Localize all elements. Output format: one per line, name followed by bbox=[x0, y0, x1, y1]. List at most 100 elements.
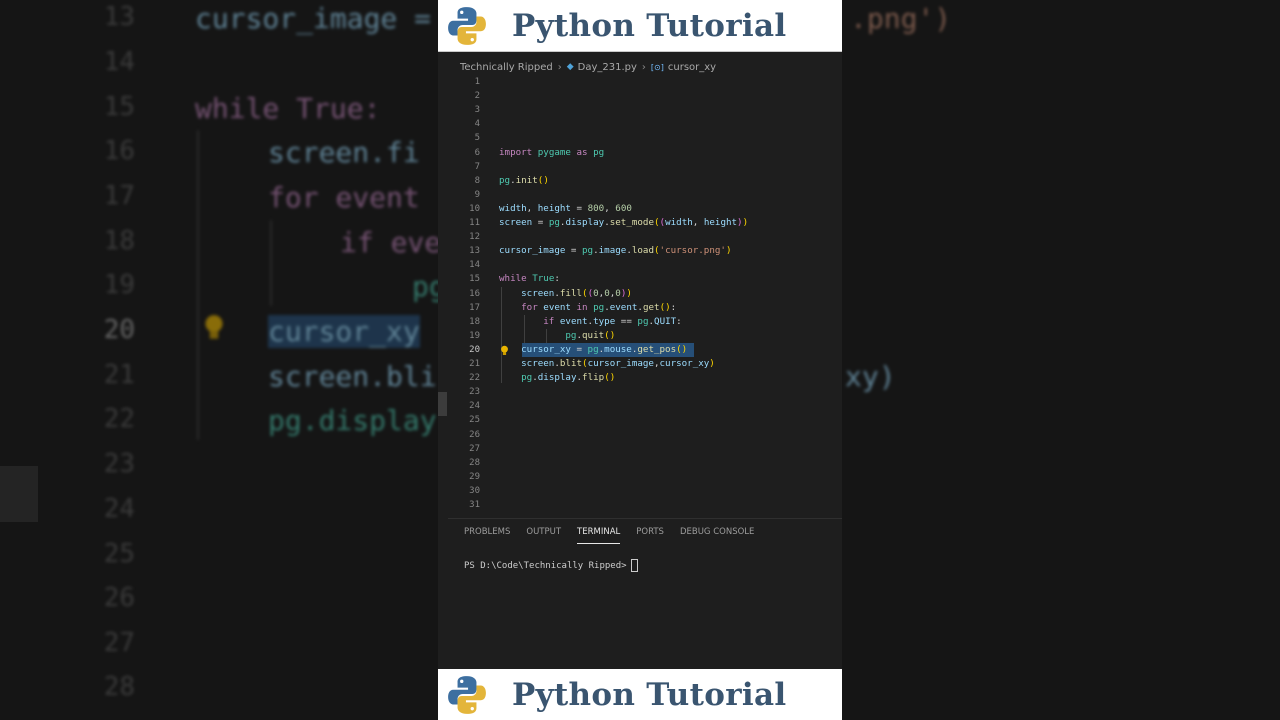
line-number: 24 bbox=[469, 401, 480, 412]
chevron-right-icon: › bbox=[557, 61, 562, 73]
code-line[interactable]: 25 bbox=[438, 413, 842, 427]
terminal-prompt-line[interactable]: PS D:\Code\Technically Ripped> bbox=[464, 559, 638, 572]
tab-debug-console[interactable]: DEBUG CONSOLE bbox=[680, 525, 754, 543]
line-number: 25 bbox=[469, 415, 480, 426]
bg-line-number: 28 bbox=[103, 672, 135, 702]
code-line[interactable]: 6 import pygame as pg bbox=[438, 146, 842, 160]
line-number: 15 bbox=[469, 274, 480, 285]
line-number: 11 bbox=[469, 218, 480, 228]
code-line[interactable]: 28 bbox=[438, 456, 842, 470]
code-line[interactable]: 5 bbox=[438, 131, 842, 145]
bg-line-number: 16 bbox=[103, 136, 135, 166]
bg-code-fragment: xy) bbox=[845, 360, 896, 393]
bg-line-number: 13 bbox=[103, 2, 135, 32]
code-line[interactable]: 11 screen = pg.display.set_mode((width, h… bbox=[438, 216, 842, 230]
code-line[interactable]: 29 bbox=[438, 470, 842, 484]
code-line[interactable]: 24 bbox=[438, 399, 842, 413]
tab-terminal[interactable]: TERMINAL bbox=[577, 525, 621, 544]
code-line[interactable]: 7 bbox=[438, 160, 842, 174]
code-line[interactable]: 17 for event in pg.event.get(): bbox=[438, 301, 842, 315]
code-text: cursor_image = pg.image.load('cursor.png… bbox=[499, 245, 732, 257]
line-number: 20 bbox=[469, 344, 480, 355]
code-text: screen = pg.display.set_mode((width, hei… bbox=[499, 217, 749, 228]
code-line[interactable]: 15 while True: bbox=[438, 272, 842, 286]
bottom-banner: Python Tutorial bbox=[438, 669, 842, 720]
code-line[interactable]: 1 bbox=[438, 75, 842, 89]
code-text: screen.blit(cursor_image,cursor_xy) bbox=[499, 358, 715, 369]
code-line[interactable]: 18 if event.type == pg.QUIT: bbox=[438, 315, 842, 329]
code-editor[interactable]: 1 2 3 4 5 6 import pygame as pg 7 8 pg.init() 9 10 w… bbox=[438, 74, 842, 518]
tab-output[interactable]: OUTPUT bbox=[526, 525, 561, 543]
bg-code-fragment: screen.fi bbox=[268, 136, 420, 169]
breadcrumb-symbol[interactable]: cursor_xy bbox=[668, 62, 716, 73]
tab-problems[interactable]: PROBLEMS bbox=[464, 525, 510, 543]
line-number: 18 bbox=[469, 316, 480, 327]
line-number: 6 bbox=[474, 147, 480, 158]
bg-line-number: 17 bbox=[103, 181, 135, 211]
code-line[interactable]: 22 pg.display.flip() bbox=[438, 371, 842, 385]
line-number: 5 bbox=[474, 133, 480, 144]
bg-indent-guide bbox=[197, 130, 199, 440]
line-number: 30 bbox=[469, 485, 480, 496]
code-line[interactable]: 3 bbox=[438, 103, 842, 117]
line-number: 12 bbox=[469, 232, 480, 243]
breadcrumb-folder[interactable]: Technically Ripped bbox=[460, 62, 553, 73]
line-number: 21 bbox=[469, 359, 480, 369]
breadcrumb-file[interactable]: Day_231.py bbox=[578, 62, 637, 73]
bg-code-fragment: .png') bbox=[850, 2, 952, 35]
bg-code-fragment-selected: cursor_xy bbox=[268, 315, 420, 348]
code-line[interactable]: 4 bbox=[438, 117, 842, 131]
code-line[interactable]: 27 bbox=[438, 442, 842, 456]
line-number: 16 bbox=[469, 288, 480, 299]
code-line[interactable]: 21 screen.blit(cursor_image,cursor_xy) bbox=[438, 357, 842, 371]
code-text: for event in pg.event.get(): bbox=[521, 301, 677, 313]
bg-line-number: 25 bbox=[103, 539, 135, 569]
bg-code-fragment: if eve bbox=[340, 226, 442, 259]
bg-code-fragment: cursor_image = bbox=[195, 2, 432, 35]
code-line[interactable]: 12 bbox=[438, 230, 842, 244]
line-number: 22 bbox=[469, 373, 480, 384]
code-line[interactable]: 31 bbox=[438, 498, 842, 512]
code-line[interactable]: 23 bbox=[438, 385, 842, 399]
bg-line-number: 18 bbox=[103, 226, 135, 256]
python-file-icon: ◆ bbox=[566, 62, 574, 72]
terminal-panel[interactable]: PROBLEMS OUTPUT TERMINAL PORTS DEBUG CON… bbox=[448, 518, 842, 670]
tab-ports[interactable]: PORTS bbox=[636, 525, 664, 543]
bg-line-number-active: 20 bbox=[103, 315, 135, 345]
code-text: width, height = 800, 600 bbox=[499, 202, 632, 214]
code-text: cursor_xy = pg.mouse.get_pos() bbox=[499, 343, 688, 355]
line-number: 26 bbox=[469, 429, 480, 440]
code-line[interactable]: 20 cursor_xy = pg.mouse.get_pos() bbox=[438, 342, 842, 357]
code-text: if event.type == pg.QUIT: bbox=[543, 315, 682, 327]
panel-tabs: PROBLEMS OUTPUT TERMINAL PORTS DEBUG CON… bbox=[448, 525, 754, 545]
bg-code-fragment: screen.bli bbox=[268, 360, 437, 393]
chevron-right-icon: › bbox=[641, 61, 646, 73]
code-line[interactable]: 9 bbox=[438, 188, 842, 202]
code-line[interactable]: 19 pg.quit() bbox=[438, 329, 842, 343]
code-line[interactable]: 2 bbox=[438, 89, 842, 103]
top-banner: Python Tutorial bbox=[438, 0, 842, 52]
line-number: 8 bbox=[474, 175, 480, 186]
code-text: while True: bbox=[499, 273, 560, 285]
code-line[interactable]: 10 width, height = 800, 600 bbox=[438, 202, 842, 216]
code-line[interactable]: 14 bbox=[438, 258, 842, 272]
code-line[interactable]: 8 pg.init() bbox=[438, 174, 842, 188]
line-number: 19 bbox=[469, 330, 480, 341]
code-text: import pygame as pg bbox=[499, 146, 605, 158]
line-number: 9 bbox=[474, 189, 480, 200]
code-line[interactable]: 13 cursor_image = pg.image.load('cursor.p… bbox=[438, 244, 842, 258]
variable-symbol-icon: [⊙] bbox=[650, 62, 664, 72]
line-number: 7 bbox=[474, 161, 480, 172]
line-number: 28 bbox=[469, 457, 480, 468]
code-line[interactable]: 16 screen.fill((0,0,0)) bbox=[438, 287, 842, 301]
python-logo-icon bbox=[448, 675, 486, 714]
line-number: 14 bbox=[469, 260, 480, 271]
code-line[interactable]: 26 bbox=[438, 428, 842, 442]
code-line[interactable]: 30 bbox=[438, 484, 842, 498]
bg-line-number: 27 bbox=[103, 628, 135, 658]
line-number: 3 bbox=[474, 105, 480, 116]
bg-lightbulb-icon bbox=[205, 315, 223, 339]
line-number: 4 bbox=[474, 119, 480, 130]
code-text: pg.display.flip() bbox=[521, 372, 616, 384]
bg-line-number: 15 bbox=[103, 92, 135, 122]
